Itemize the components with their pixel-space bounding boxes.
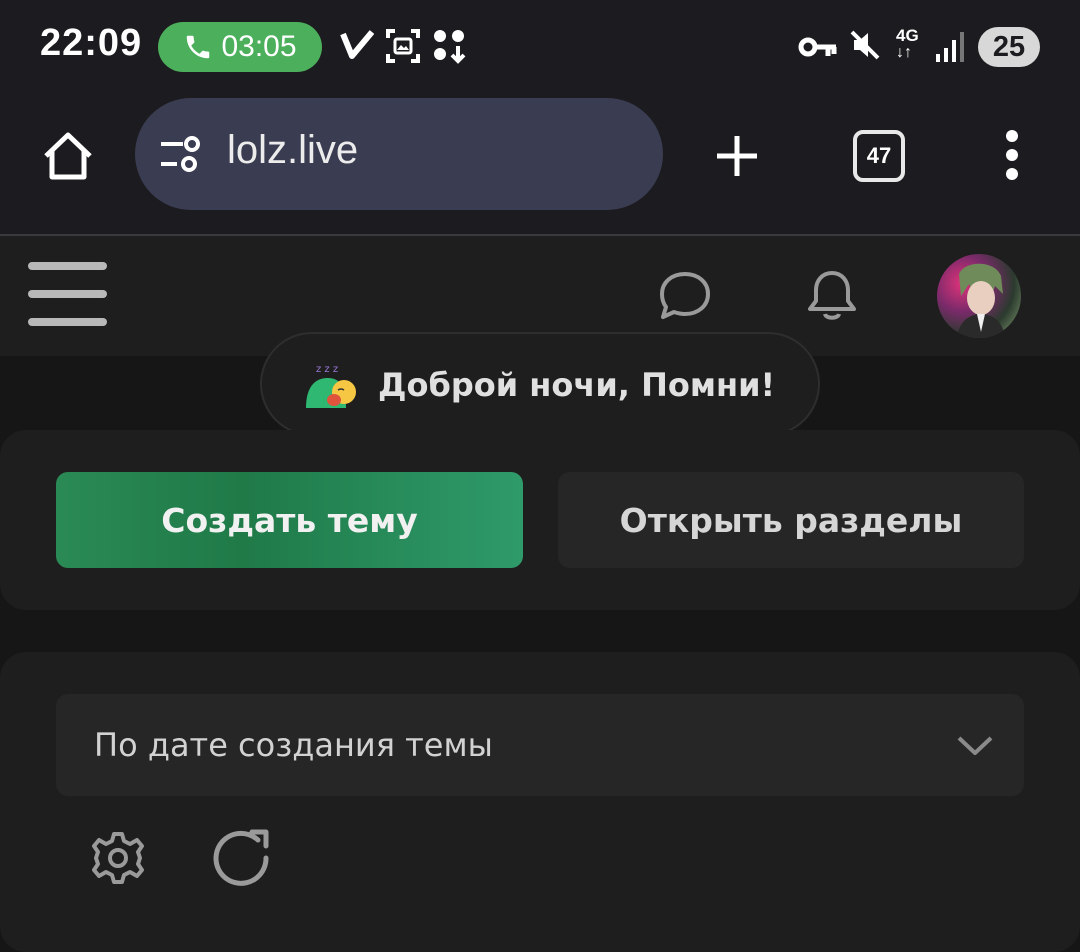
sleeping-sticker-icon: z z z: [306, 364, 356, 408]
bell-icon[interactable]: [804, 268, 860, 324]
browser-toolbar: lolz.live 47: [0, 92, 1080, 236]
signal-icon: [936, 32, 964, 62]
v-logo-icon: [340, 30, 374, 59]
create-topic-button[interactable]: Создать тему: [56, 472, 523, 568]
new-tab-icon[interactable]: [713, 132, 761, 180]
screenshot-icon: [386, 29, 420, 63]
address-bar[interactable]: lolz.live: [135, 98, 663, 210]
status-time: 22:09: [40, 22, 143, 64]
chevron-down-icon: [957, 736, 993, 755]
url-text: lolz.live: [227, 128, 359, 172]
download-apps-icon: [434, 30, 466, 64]
chat-icon[interactable]: [658, 270, 712, 322]
call-duration: 03:05: [221, 30, 297, 63]
sort-selected-value: По дате создания темы: [94, 726, 493, 764]
sort-card: По дате создания темы: [0, 652, 1080, 952]
vpn-key-icon: [798, 37, 837, 57]
mute-icon: [850, 30, 880, 60]
sort-dropdown[interactable]: По дате создания темы: [56, 694, 1024, 796]
menu-icon[interactable]: [28, 260, 108, 328]
network-type: 4G ↓↑: [896, 26, 919, 61]
site-settings-icon[interactable]: [159, 136, 203, 174]
phone-icon: [187, 35, 210, 59]
greeting-text: Доброй ночи, Помни!: [378, 366, 776, 404]
avatar[interactable]: [937, 254, 1021, 338]
tab-switcher-button[interactable]: 47: [853, 130, 905, 182]
ongoing-call-chip[interactable]: 03:05: [158, 22, 322, 72]
battery-indicator: 25: [978, 27, 1040, 67]
actions-card: Создать тему Открыть разделы: [0, 430, 1080, 610]
avatar-image: [957, 263, 1005, 338]
home-icon[interactable]: [40, 130, 96, 182]
status-bar: 22:09 03:05 4G ↓↑ 25: [0, 0, 1080, 92]
more-menu-icon[interactable]: [1002, 130, 1022, 180]
refresh-icon[interactable]: [210, 828, 276, 890]
svg-text:z z z: z z z: [316, 364, 338, 375]
greeting-toast: z z z Доброй ночи, Помни!: [260, 332, 820, 436]
settings-icon[interactable]: [90, 830, 146, 886]
open-sections-button[interactable]: Открыть разделы: [558, 472, 1024, 568]
